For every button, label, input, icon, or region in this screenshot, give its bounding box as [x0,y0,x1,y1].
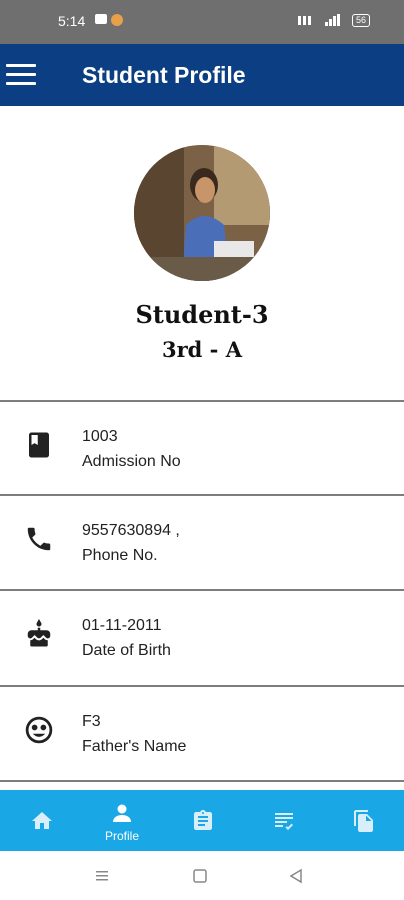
book-icon [29,432,49,458]
page-title: Student Profile [82,62,246,88]
student-photo [134,145,270,281]
checklist-icon [275,813,293,830]
nav-checklist[interactable] [254,790,314,851]
father-label: Father's Name [82,738,187,755]
nav-home[interactable] [12,790,72,851]
cake-icon [27,619,51,647]
system-indicators: 56 [296,13,370,27]
admission-label: Admission No [82,453,181,470]
app-notification-icon [111,14,123,26]
nav-profile[interactable]: Profile [92,790,152,851]
dob-label: Date of Birth [82,642,171,659]
detail-row-father: F3 Father's Name [0,685,404,781]
signal-icon [324,14,340,26]
home-icon [32,812,52,829]
battery-icon: 56 [351,13,370,27]
nav-profile-label: Profile [104,829,139,843]
system-nav-bar [0,851,404,900]
bottom-nav: Profile [0,790,404,851]
back-icon[interactable] [288,868,304,884]
notification-icons [95,14,123,26]
phone-number: 9557630894 , [82,522,180,539]
nav-documents[interactable] [334,790,394,851]
admission-number: 1003 [82,428,118,445]
phone-icon [27,527,51,551]
dob-value: 01-11-2011 [82,617,162,634]
wifi-icon [297,16,311,25]
recent-apps-icon[interactable] [94,868,110,884]
avatar [134,145,270,281]
face-icon [25,716,53,744]
status-time: 5:14 [58,13,86,29]
detail-row-phone: 9557630894 , Phone No. [0,494,404,590]
father-name: F3 [82,713,101,730]
detail-row-admission: 1003 Admission No [0,400,404,496]
detail-row-dob: 01-11-2011 Date of Birth [0,589,404,685]
menu-icon[interactable] [6,64,36,86]
nav-clipboard[interactable] [173,790,233,851]
student-name: Student-3 [135,300,269,329]
clipboard-icon [194,810,212,830]
app-bar: Student Profile [0,44,404,106]
youtube-icon [95,14,107,24]
student-class: 3rd - A [162,337,242,362]
profile-icon [113,804,131,822]
status-bar: 5:14 56 [0,0,404,44]
home-button-icon[interactable] [192,868,208,884]
phone-label: Phone No. [82,547,158,564]
documents-icon [354,810,373,832]
